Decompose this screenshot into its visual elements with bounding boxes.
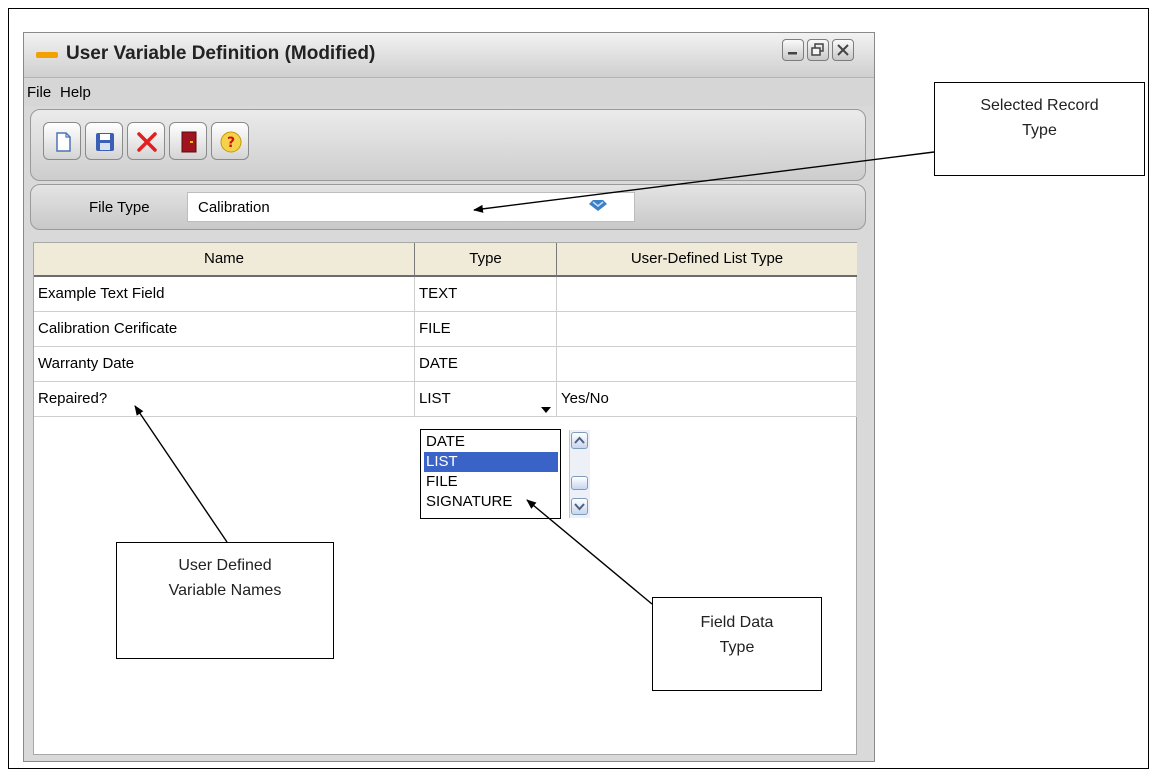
annotation-arrows xyxy=(134,151,935,605)
arrow-field-data-type xyxy=(526,499,653,605)
arrow-variable-names xyxy=(134,405,228,543)
arrow-selected-record xyxy=(473,151,935,213)
